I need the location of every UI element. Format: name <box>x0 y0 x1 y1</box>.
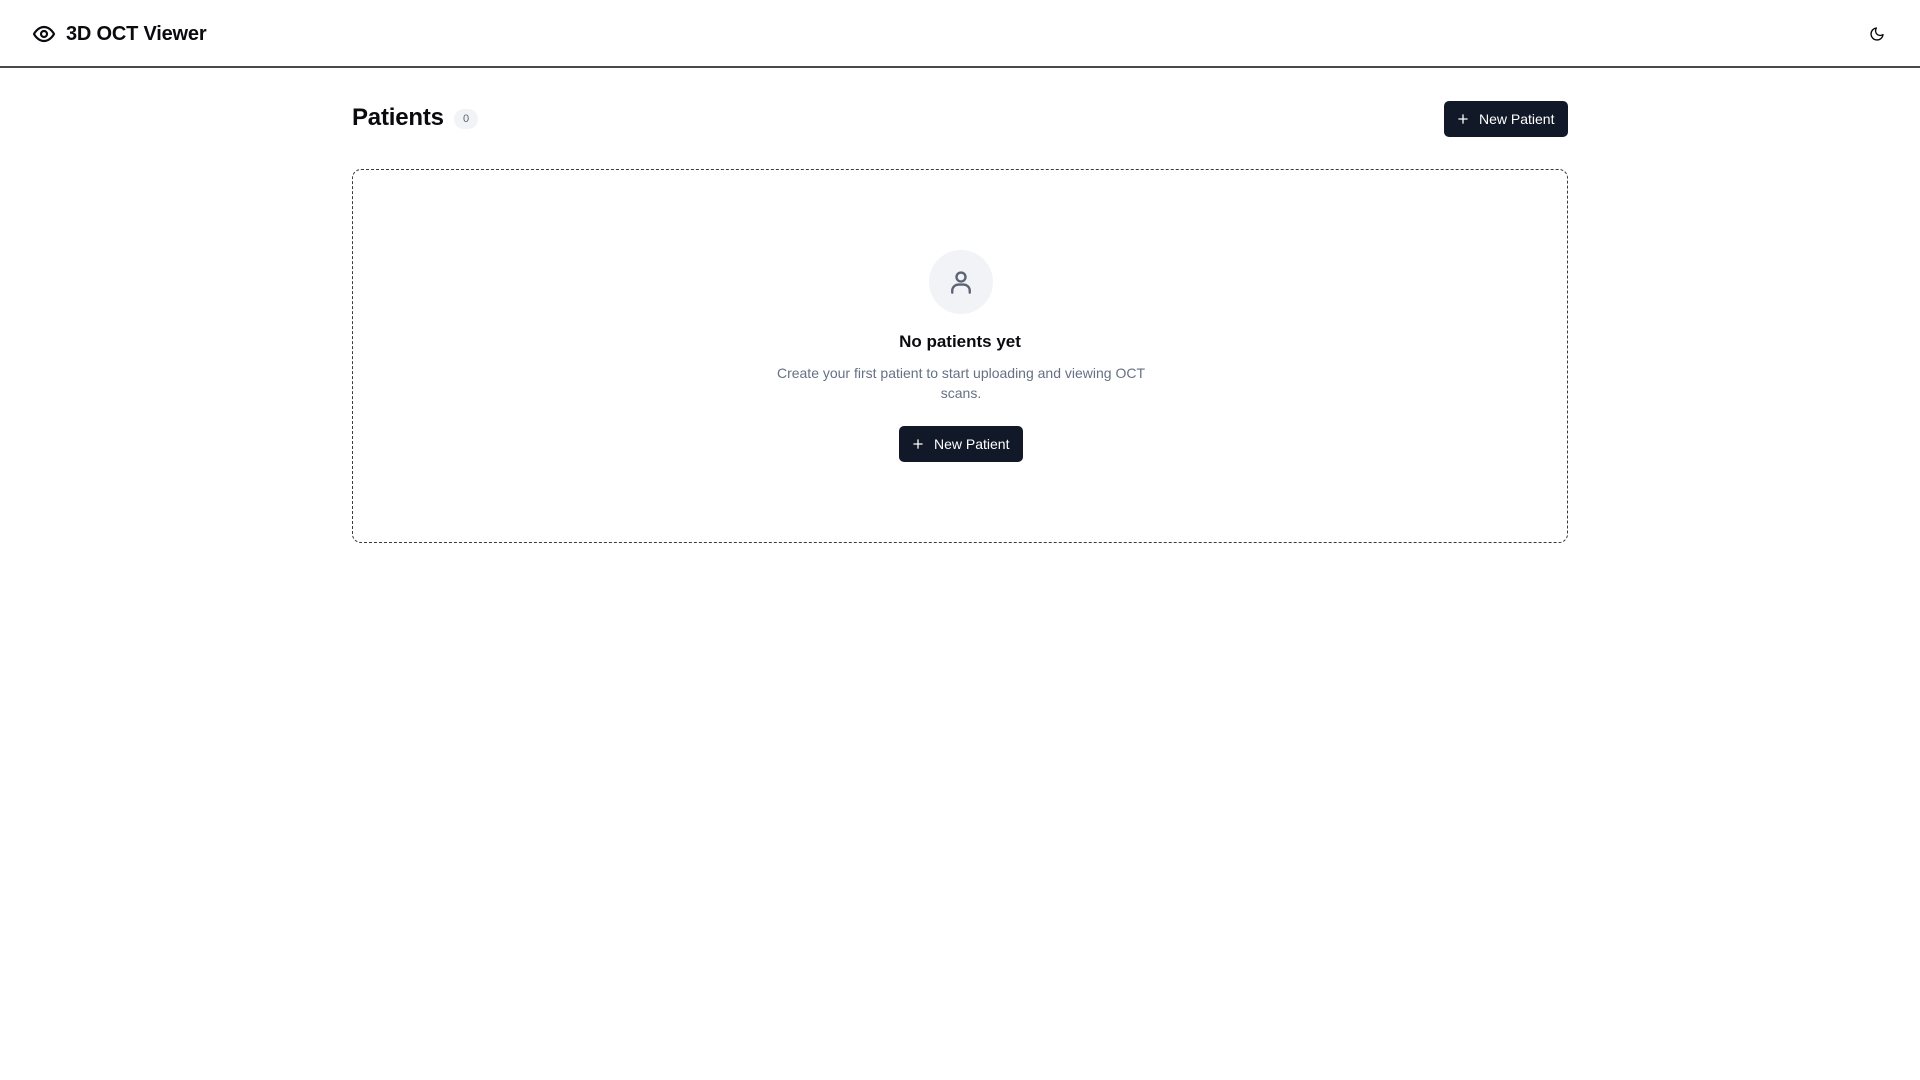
empty-state-description: Create your first patient to start uploa… <box>776 365 1146 401</box>
app-title: 3D OCT Viewer <box>66 22 207 45</box>
empty-state-card: No patients yet Create your first patien… <box>352 169 1568 543</box>
brand[interactable]: 3D OCT Viewer <box>32 0 207 68</box>
theme-toggle-button[interactable] <box>1860 17 1894 51</box>
moon-icon <box>1869 26 1885 42</box>
page-header: Patients 0 New Patient <box>352 68 1568 169</box>
empty-state-new-patient-label: New Patient <box>934 436 1010 452</box>
main-content: Patients 0 New Patient No patients yet C… <box>352 68 1568 543</box>
empty-state-avatar <box>929 250 993 314</box>
plus-icon <box>911 437 925 451</box>
empty-state-new-patient-button[interactable]: New Patient <box>899 426 1023 462</box>
new-patient-button[interactable]: New Patient <box>1444 101 1568 137</box>
app-header: 3D OCT Viewer <box>0 0 1920 68</box>
patient-count-badge: 0 <box>454 109 478 129</box>
page-title: Patients <box>352 104 444 131</box>
empty-state-title: No patients yet <box>899 332 1021 351</box>
eye-icon <box>32 22 56 46</box>
plus-icon <box>1456 112 1470 126</box>
user-icon <box>946 267 976 297</box>
new-patient-button-label: New Patient <box>1479 111 1555 127</box>
